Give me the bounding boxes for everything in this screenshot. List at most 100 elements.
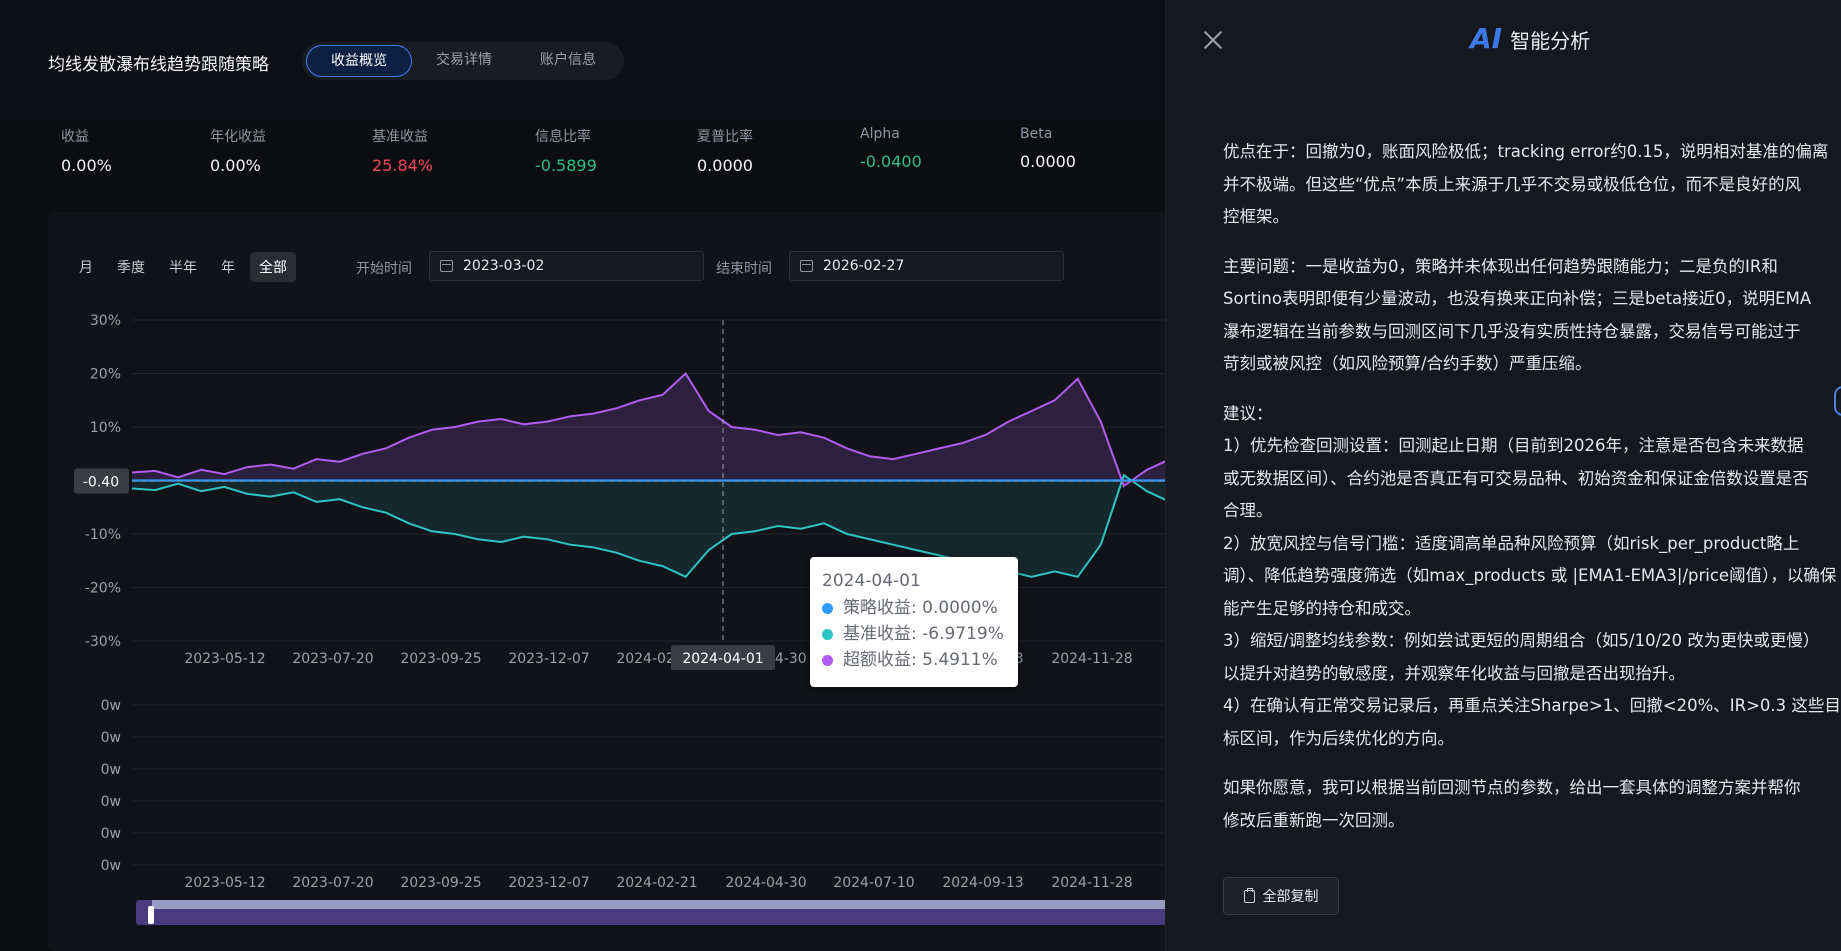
metric-label: 夏普比率 bbox=[697, 129, 753, 145]
ai-text-line: 瀑布逻辑在当前参数与回测区间下几乎没有实质性持仓暴露，交易信号可能过于 bbox=[1223, 321, 1801, 341]
range-half-year[interactable]: 半年 bbox=[160, 252, 206, 282]
metric-sharpe: 夏普比率 0.0000 bbox=[697, 126, 753, 175]
tab-overview[interactable]: 收益概览 bbox=[306, 45, 412, 77]
x-tick-label: 2023-07-20 bbox=[292, 651, 373, 667]
x-tick-label: 2023-09-25 bbox=[400, 651, 481, 667]
ai-text-line: 主要问题：一是收益为0，策略并未体现出任何趋势跟随能力；二是负的IR和 bbox=[1223, 256, 1778, 276]
tab-account[interactable]: 账户信息 bbox=[516, 45, 620, 77]
x-tick-label: 2024-02-21 bbox=[616, 875, 697, 891]
metric-value: 0.00% bbox=[210, 156, 261, 175]
series-dot bbox=[822, 628, 833, 640]
metric-label: 基准收益 bbox=[372, 129, 428, 145]
view-tabs: 收益概览 交易详情 账户信息 bbox=[302, 42, 624, 80]
copy-all-button[interactable]: 全部复制 bbox=[1223, 877, 1339, 915]
calendar-icon bbox=[440, 260, 453, 272]
ai-text-line: 调）、降低趋势强度筛选（如max_products 或 |EMA1-EMA3|/… bbox=[1223, 566, 1837, 585]
clipboard-icon bbox=[1243, 887, 1255, 903]
y-tick-label: -30% bbox=[85, 634, 121, 650]
chart-tooltip: 2024-04-01 策略收益: 0.0000% 基准收益: -6.9719% … bbox=[810, 557, 1018, 687]
x-tick-label: 2024-04-30 bbox=[725, 875, 806, 891]
ai-text-line: 并不极端。但这些“优点”本质上来源于几乎不交易或极低仓位，而不是良好的风 bbox=[1223, 174, 1802, 194]
y-pointer-label: -0.40 bbox=[83, 475, 119, 491]
ai-text-line: 4）在确认有正常交易记录后，再重点关注Sharpe>1、回撤<20%、IR>0.… bbox=[1223, 696, 1841, 715]
slider-handle-icon bbox=[148, 906, 154, 924]
ai-text-line: 合理。 bbox=[1223, 501, 1273, 520]
y-tick-label: -10% bbox=[85, 527, 121, 543]
ai-text-line: 1）优先检查回测设置：回测起止日期（目前到2026年，注意是否包含未来数据 bbox=[1223, 436, 1804, 455]
metric-value: -0.0400 bbox=[860, 152, 922, 171]
range-all[interactable]: 全部 bbox=[250, 252, 296, 282]
x-tick-label: 2023-07-20 bbox=[292, 875, 373, 891]
metric-annual-return: 年化收益 0.00% bbox=[210, 126, 266, 175]
volume-chart: 0w 0w 0w 0w 0w 0w 2023-05-12 2023-07-20 2023-09-… bbox=[101, 698, 1170, 925]
ai-text-line: 2）放宽风控与信号门槛：适度调高单品种风险预算（如risk_per_produc… bbox=[1223, 533, 1800, 553]
end-date-input[interactable]: 2026-02-27 bbox=[789, 251, 1064, 281]
tooltip-row-label: 策略收益: 0.0000% bbox=[843, 598, 998, 618]
ai-text-line: 建议： bbox=[1223, 403, 1273, 423]
tooltip-row-benchmark: 基准收益: -6.9719% bbox=[822, 621, 1006, 647]
calendar-icon bbox=[800, 260, 813, 272]
close-icon[interactable] bbox=[1201, 28, 1225, 52]
ai-paragraph: 主要问题：一是收益为0，策略并未体现出任何趋势跟随能力；二是负的IR和 Sorti… bbox=[1223, 251, 1841, 381]
x-tick-label: 2023-12-07 bbox=[508, 875, 589, 891]
y-tick-label: 10% bbox=[90, 420, 121, 436]
y-tick-label: -20% bbox=[85, 581, 121, 597]
x-tick-label: 2024-09-13 bbox=[942, 875, 1023, 891]
copy-all-label: 全部复制 bbox=[1262, 889, 1319, 905]
y-tick-label: 0w bbox=[101, 730, 121, 746]
ai-analysis-panel: AI 智能分析 优点在于：回撤为0，账面风险极低；tracking error约… bbox=[1165, 0, 1841, 951]
slider-window bbox=[152, 900, 1170, 909]
ai-panel-title: AI 智能分析 bbox=[1470, 22, 1590, 55]
ai-panel-header: AI 智能分析 bbox=[1166, 0, 1841, 84]
y-tick-label: 0w bbox=[101, 762, 121, 778]
ai-text-line: 以提升对趋势的敏感度，并观察年化收益与回撤是否出现抬升。 bbox=[1223, 663, 1685, 683]
time-range-slider bbox=[136, 900, 1170, 925]
metric-label: Beta bbox=[1020, 126, 1053, 142]
y-tick-label: 0w bbox=[101, 826, 121, 842]
ai-text-line: 如果你愿意，我可以根据当前回测节点的参数，给出一套具体的调整方案并帮你 bbox=[1223, 778, 1801, 797]
x-tick-label: 2023-05-12 bbox=[184, 875, 265, 891]
range-quarter[interactable]: 季度 bbox=[108, 252, 154, 282]
range-year[interactable]: 年 bbox=[212, 252, 244, 282]
metric-return: 收益 0.00% bbox=[61, 126, 112, 175]
metric-label: Alpha bbox=[860, 126, 900, 142]
ai-text-line: 3）缩短/调整均线参数：例如尝试更短的周期组合（如5/10/20 改为更快或更慢… bbox=[1223, 631, 1820, 650]
ai-text-line: 控框架。 bbox=[1223, 207, 1289, 226]
range-month[interactable]: 月 bbox=[70, 252, 102, 282]
metric-value: -0.5899 bbox=[535, 156, 597, 175]
tooltip-row-label: 超额收益: 5.4911% bbox=[843, 650, 998, 670]
y-tick-label: 20% bbox=[90, 367, 121, 383]
metric-value: 0.0000 bbox=[1020, 152, 1076, 171]
y-tick-label: 0w bbox=[101, 858, 121, 874]
start-date-label: 开始时间 bbox=[356, 261, 412, 277]
ai-text-line: 能产生足够的持仓和成交。 bbox=[1223, 598, 1421, 618]
ai-paragraph: 建议： 1）优先检查回测设置：回测起止日期（目前到2026年，注意是否包含未来数据… bbox=[1223, 398, 1841, 756]
ai-analysis-text: 优点在于：回撤为0，账面风险极低；tracking error约0.15，说明相… bbox=[1223, 136, 1841, 854]
x-tick-label: 2024-11-28 bbox=[1051, 651, 1132, 667]
series-dot bbox=[822, 602, 833, 614]
ai-paragraph: 优点在于：回撤为0，账面风险极低；tracking error约0.15，说明相… bbox=[1223, 136, 1841, 234]
tooltip-date: 2024-04-01 bbox=[822, 571, 921, 591]
x-tick-label: 2024-11-28 bbox=[1051, 875, 1132, 891]
x-tick-label: 2023-05-12 bbox=[184, 651, 265, 667]
tooltip-row-strategy: 策略收益: 0.0000% bbox=[822, 595, 1006, 621]
end-date-value: 2026-02-27 bbox=[823, 258, 905, 274]
start-date-input[interactable]: 2023-03-02 bbox=[429, 251, 704, 281]
x-pointer-label: 2024-04-01 bbox=[682, 651, 763, 667]
metric-label: 信息比率 bbox=[535, 129, 591, 145]
y-tick-label: 0w bbox=[101, 698, 121, 714]
x-tick-label: 2023-09-25 bbox=[400, 875, 481, 891]
ai-logo-icon: AI bbox=[1470, 22, 1503, 55]
ai-text-line: 修改后重新跑一次回测。 bbox=[1223, 810, 1405, 830]
y-tick-label: 0w bbox=[101, 794, 121, 810]
y-tick-label: 30% bbox=[90, 313, 121, 329]
tab-trades[interactable]: 交易详情 bbox=[412, 45, 516, 77]
series-dot bbox=[822, 654, 833, 666]
floating-handle-icon[interactable] bbox=[1834, 386, 1841, 416]
metric-value: 0.00% bbox=[61, 156, 112, 175]
series-area bbox=[132, 373, 1170, 486]
x-tick-label: 2024-07-10 bbox=[833, 875, 914, 891]
start-date-value: 2023-03-02 bbox=[463, 258, 545, 274]
metric-value: 0.0000 bbox=[697, 156, 753, 175]
tooltip-row-excess: 超额收益: 5.4911% bbox=[822, 647, 1006, 673]
